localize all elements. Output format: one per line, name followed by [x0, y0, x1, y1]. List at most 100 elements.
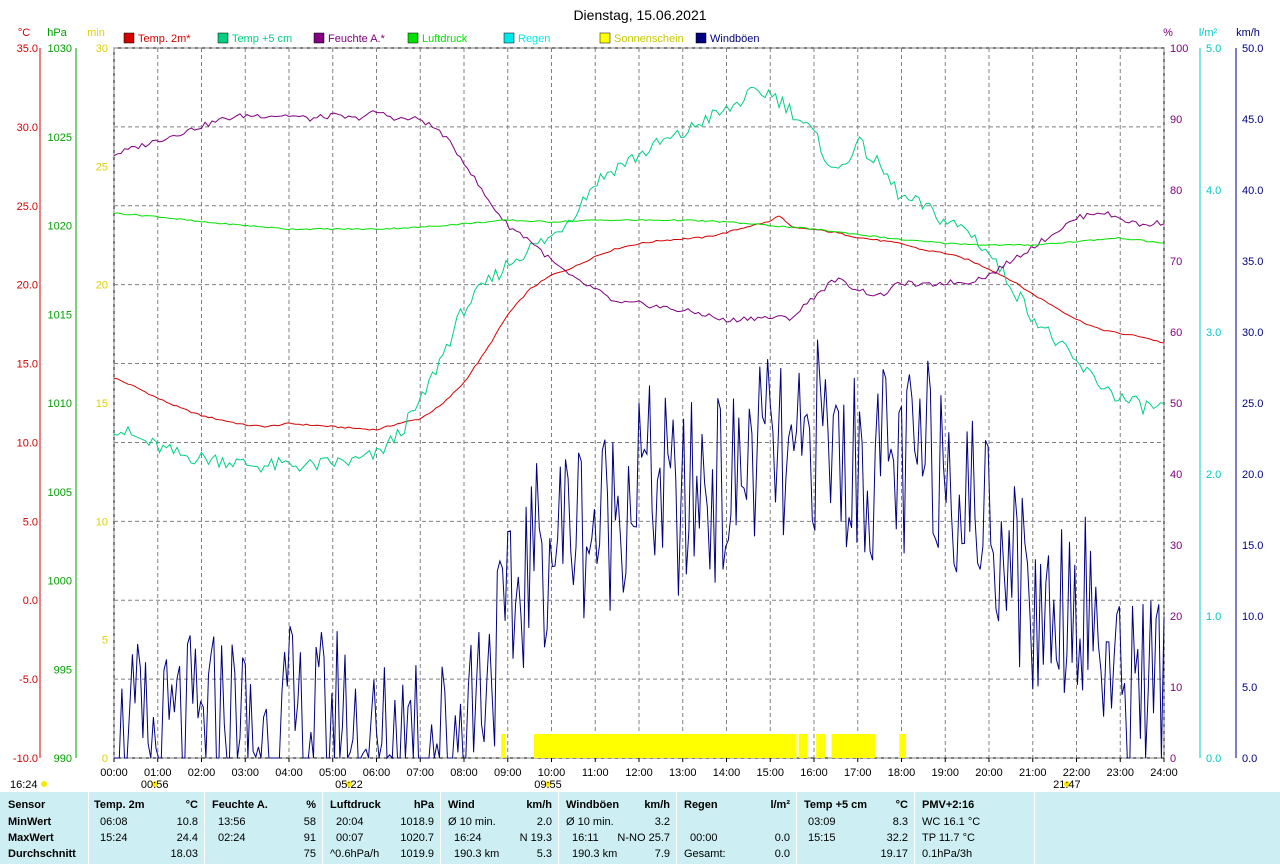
sunshine-axis-tick-label: 20 [96, 280, 108, 292]
legend-swatch [123, 32, 135, 44]
stats-press-avg: 1019.9 [400, 848, 434, 860]
stats-temp2m-max: 24.4 [176, 832, 198, 844]
pressure-axis-tick-label: 1020 [48, 221, 72, 233]
stats-gusts-max: N-NO 25.7 [617, 832, 670, 844]
stats-gusts-avg: 7.9 [654, 848, 670, 860]
wind-axis-tick-label: 15.0 [1242, 540, 1263, 552]
stats-temp5-avg: 19.17 [880, 848, 908, 860]
legend: Temp. 2m* Temp +5 cm Feuchte A.* Luftdruck R… [123, 32, 760, 45]
sunshine-axis-unit: min [87, 27, 105, 39]
pressure-axis-tick-label: 1030 [48, 43, 72, 55]
stats-pressure-column: Luftdruck hPa 20:04 1018.9 00:07 1020.7 … [322, 792, 440, 864]
weather-chart: 00:00 01:00 02:00 03:00 04:00 05:00 06:00 07:00… [10, 7, 1263, 791]
temperature-axis-tick-label: 0.0 [23, 595, 38, 607]
x-tick-label: 21:00 [1019, 767, 1047, 779]
stats-hum-avg: 75 [303, 848, 316, 860]
stats-press-min: 1018.9 [400, 816, 434, 828]
stats-gusts-column: Windböen km/h Ø 10 min. 3.2 16:11 N-NO 2… [558, 792, 676, 864]
stats-gusts-header: Windböen [566, 799, 620, 811]
stats-temp2m-min: 10.8 [176, 816, 198, 828]
pressure-axis-tick-label: 1010 [48, 398, 72, 410]
legend-swatch [407, 32, 419, 44]
stats-wind-max-time: 16:24 [454, 832, 482, 844]
corner-time-label: 16:24 [10, 779, 38, 791]
stats-press-header: Luftdruck [330, 799, 381, 811]
temperature-axis-tick-label: 25.0 [17, 201, 38, 213]
x-tick-label: 05:00 [319, 767, 347, 779]
stats-temp2m-column: Temp. 2m °C 06:08 10.8 15:24 24.4 18.03 [88, 792, 204, 864]
temperature-axis-tick-label: 5.0 [23, 516, 38, 528]
temperature-axis-tick-label: 35.0 [17, 43, 38, 55]
stats-rain-unit: l/m² [770, 799, 790, 811]
legend-label: Temp +5 cm [232, 33, 292, 45]
humidity-axis-tick-label: 60 [1170, 327, 1182, 339]
pressure-axis-tick-label: 990 [54, 753, 72, 765]
sunshine-bars [501, 734, 906, 758]
chart-title: Dienstag, 15.06.2021 [573, 7, 706, 23]
wind-axis-tick-label: 25.0 [1242, 398, 1263, 410]
stats-header-sensor: Sensor [8, 799, 46, 811]
x-tick-label: 15:00 [756, 767, 784, 779]
stats-hum-header: Feuchte A. [212, 799, 268, 811]
legend-label: Temp. 2m* [138, 33, 191, 45]
stats-wind-column: Wind km/h Ø 10 min. 2.0 16:24 N 19.3 190… [440, 792, 558, 864]
stats-temp5-min: 8.3 [892, 816, 908, 828]
x-tick-label: 13:00 [669, 767, 697, 779]
time-marker-label: 00:56 [141, 779, 169, 791]
sunshine-axis-tick-label: 0 [102, 753, 108, 765]
temperature-axis-tick-label: -10.0 [13, 753, 38, 765]
x-tick-label: 20:00 [975, 767, 1003, 779]
legend-label: Regen [518, 33, 550, 45]
stats-press-max: 1020.7 [400, 832, 434, 844]
stats-hum-min-time: 13:56 [218, 816, 246, 828]
temperature-axis-tick-label: 15.0 [17, 359, 38, 371]
stats-hum-max: 91 [303, 832, 316, 844]
x-tick-label: 01:00 [144, 767, 172, 779]
stats-wind-avg10: 2.0 [536, 816, 552, 828]
sunshine-axis-tick-label: 10 [96, 516, 108, 528]
x-tick-label: 17:00 [844, 767, 872, 779]
temperature-axis-tick-label: 30.0 [17, 122, 38, 134]
stats-pmv-trend: 0.1hPa/3h [922, 848, 973, 860]
legend-label: Luftdruck [422, 33, 468, 45]
statistics-table: Sensor MinWert MaxWert Durchschnitt Temp… [0, 792, 1280, 864]
sunshine-axis-tick-label: 15 [96, 398, 108, 410]
x-tick-label: 06:00 [363, 767, 391, 779]
sunshine-bar [501, 734, 506, 758]
legend-swatch [503, 32, 515, 44]
stats-row-max-label: MaxWert [8, 832, 54, 844]
humidity-axis-tick-label: 100 [1170, 43, 1188, 55]
stats-wind-unit: km/h [526, 799, 552, 811]
stats-rain-column: Regen l/m² 00:00 0.0 Gesamt: 0.0 [676, 792, 796, 864]
wind-axis-tick-label: 20.0 [1242, 469, 1263, 481]
x-tick-label: 24:00 [1150, 767, 1178, 779]
rain-axis-unit: l/m² [1199, 27, 1218, 39]
wind-axis-tick-label: 35.0 [1242, 256, 1263, 268]
legend-label: Feuchte A.* [328, 33, 386, 45]
temperature-axis-tick-label: 20.0 [17, 280, 38, 292]
humidity-axis-tick-label: 90 [1170, 114, 1182, 126]
stats-temp2m-avg: 18.03 [170, 848, 198, 860]
temperature-axis-tick-label: -5.0 [19, 674, 38, 686]
x-tick-label: 00:00 [100, 767, 128, 779]
stats-temp5-max: 32.2 [886, 832, 908, 844]
rain-axis-tick-label: 5.0 [1206, 43, 1221, 55]
x-tick-label: 08:00 [450, 767, 478, 779]
wind-axis-tick-label: 0.0 [1242, 753, 1257, 765]
pressure-axis-tick-label: 995 [54, 664, 72, 676]
stats-wind-avg-label: Ø 10 min. [448, 816, 496, 828]
stats-pmv-dewpoint: TP 11.7 °C [922, 832, 975, 844]
temperature-axis-unit: °C [18, 27, 30, 39]
stats-gusts-distance: 190.3 km [572, 848, 618, 860]
x-tick-label: 11:00 [582, 767, 609, 779]
stats-humidity-column: Feuchte A. % 13:56 58 02:24 91 75 [204, 792, 322, 864]
sunshine-bar [816, 734, 825, 758]
stats-temp2m-max-time: 15:24 [100, 832, 128, 844]
stats-temp2m-unit: °C [185, 799, 198, 811]
stats-temp5-min-time: 03:09 [808, 816, 836, 828]
sunshine-bar [534, 734, 797, 758]
x-tick-label: 23:00 [1106, 767, 1134, 779]
corner-time-dot [41, 781, 47, 787]
legend-swatch [217, 32, 229, 44]
humidity-axis-tick-label: 70 [1170, 256, 1182, 268]
